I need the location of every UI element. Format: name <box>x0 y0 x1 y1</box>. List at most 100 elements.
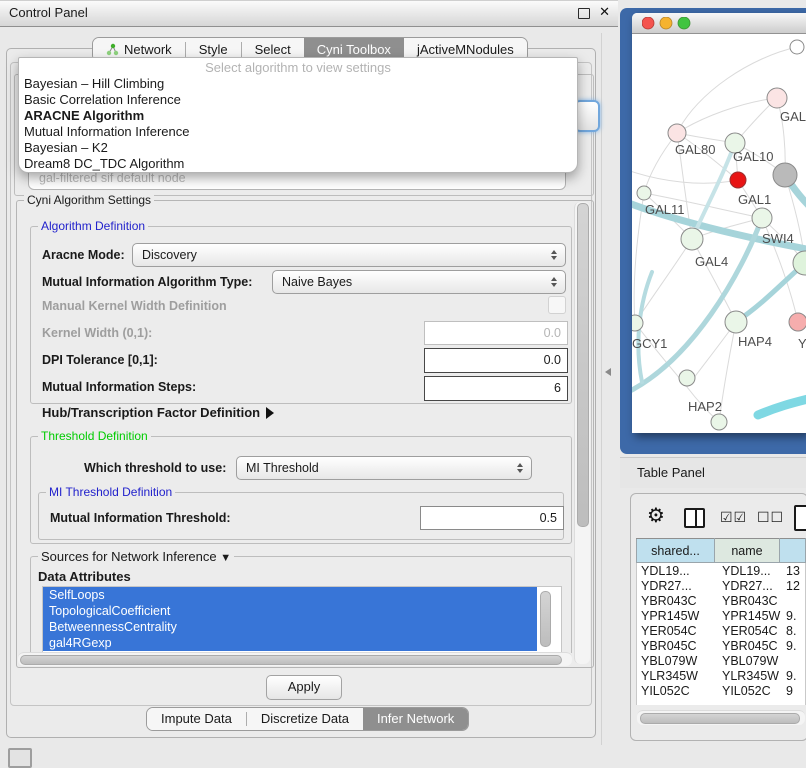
sources-toggle[interactable]: Sources for Network Inference ▼ <box>38 550 234 565</box>
zoom-window-icon[interactable] <box>678 17 690 29</box>
minimize-window-icon[interactable] <box>660 17 672 29</box>
node-unlabeled[interactable] <box>711 414 727 430</box>
node-label: GAL80 <box>675 142 715 157</box>
table-panel-titlebar[interactable]: Table Panel <box>620 457 806 488</box>
table-row[interactable]: YDR27...YDR27...12 <box>637 578 806 593</box>
control-panel-titlebar[interactable]: Control Panel ✕ <box>0 0 618 27</box>
tab-discretize-data[interactable]: Discretize Data <box>247 708 363 730</box>
table-row[interactable]: YBR043CYBR043C <box>637 593 806 608</box>
deselect-all-checkboxes-icon[interactable]: ☐☐ <box>757 509 784 526</box>
tab-infer-network[interactable]: Infer Network <box>363 708 468 730</box>
table-row[interactable]: YBR045CYBR045C9. <box>637 638 806 653</box>
node-label: GAL1 <box>738 192 771 207</box>
node-label: GAL10 <box>733 149 773 164</box>
settings-hscrollbar-track[interactable] <box>18 652 572 666</box>
mi-type-combo[interactable]: Naive Bayes <box>272 270 566 294</box>
dropdown-item-selected[interactable]: ARACNE Algorithm <box>19 108 577 124</box>
threshold-definition-title: Threshold Definition <box>38 430 151 443</box>
mi-threshold-group-title: MI Threshold Definition <box>46 486 175 499</box>
network-canvas[interactable]: GAL GAL80 GAL10 GAL11 GAL1 SWI4 GAL4 GCY… <box>632 33 806 433</box>
table-row[interactable]: YER054CYER054C8. <box>637 623 806 638</box>
list-scrollbar-track[interactable] <box>539 589 551 649</box>
node-y-partial[interactable] <box>789 313 806 331</box>
dpi-tolerance-label: DPI Tolerance [0,1]: <box>42 353 158 367</box>
hub-definition-label: Hub/Transcription Factor Definition <box>42 405 260 420</box>
node-gray[interactable] <box>773 163 797 187</box>
spinner-icon <box>517 463 524 473</box>
mi-threshold-label: Mutual Information Threshold: <box>50 511 231 525</box>
panel-title: Control Panel <box>9 5 88 20</box>
manual-kernel-checkbox[interactable] <box>548 296 566 314</box>
column-header-clipped[interactable] <box>780 539 806 563</box>
node-gcy1[interactable] <box>632 315 643 331</box>
list-item-selected[interactable]: gal4RGexp <box>43 635 537 651</box>
kernel-width-field[interactable]: 0.0 <box>424 321 568 345</box>
aracne-mode-combo[interactable]: Discovery <box>132 243 566 267</box>
close-icon[interactable]: ✕ <box>599 4 610 20</box>
settings-vscrollbar-track[interactable] <box>574 202 590 664</box>
dpi-tolerance-field[interactable]: 0.0 <box>424 348 568 373</box>
table-row[interactable]: YLR345WYLR345W9. <box>637 668 806 683</box>
node-label: HAP2 <box>688 399 722 414</box>
network-icon <box>106 43 119 56</box>
mi-steps-label: Mutual Information Steps: <box>42 380 196 394</box>
settings-vscrollbar-thumb[interactable] <box>577 203 589 527</box>
node-hap2[interactable] <box>679 370 695 386</box>
column-header-shared-name[interactable]: shared... <box>637 539 715 563</box>
node-label: GAL <box>780 109 806 124</box>
document-icon[interactable] <box>794 505 806 531</box>
node-gal4[interactable] <box>681 228 703 250</box>
dropdown-item[interactable]: Dream8 DC_TDC Algorithm <box>19 156 577 172</box>
node-label: SWI4 <box>762 231 794 246</box>
algorithm-definition-title: Algorithm Definition <box>38 220 148 233</box>
column-header-name[interactable]: name <box>715 539 780 563</box>
table-row[interactable]: YIL052CYIL052C9 <box>637 683 806 698</box>
table-rows-viewport[interactable]: YDL19...YDL19...13 YDR27...YDR27...12 YB… <box>636 563 806 705</box>
mi-threshold-field[interactable]: 0.5 <box>420 506 564 530</box>
gear-icon[interactable]: ⚙ <box>647 503 665 528</box>
apply-button[interactable]: Apply <box>266 675 342 700</box>
dropdown-item[interactable]: Mutual Information Inference <box>19 124 577 140</box>
table-hscrollbar-track[interactable] <box>637 710 805 725</box>
node-hap4[interactable] <box>725 311 747 333</box>
float-window-icon[interactable] <box>578 8 590 19</box>
kernel-width-label: Kernel Width (0,1): <box>42 326 152 340</box>
aracne-mode-label: Aracne Mode: <box>42 248 125 262</box>
node-gal1[interactable] <box>752 208 772 228</box>
node-red-selected[interactable] <box>730 172 746 188</box>
mi-type-label: Mutual Information Algorithm Type: <box>42 275 252 289</box>
data-attributes-list[interactable]: SelfLoops TopologicalCoefficient Between… <box>42 586 562 654</box>
dropdown-item[interactable]: Basic Correlation Inference <box>19 92 577 108</box>
table-row[interactable]: YDL19...YDL19...13 <box>637 563 806 578</box>
node-gal80[interactable] <box>668 124 686 142</box>
node-unlabeled[interactable] <box>790 40 804 54</box>
list-item-selected[interactable]: SelfLoops <box>43 587 537 603</box>
node-gal11[interactable] <box>637 186 651 200</box>
splitter-handle-icon[interactable] <box>605 368 611 376</box>
node-gal-partial[interactable] <box>767 88 787 108</box>
dropdown-item[interactable]: Bayesian – K2 <box>19 140 577 156</box>
list-item-selected[interactable]: TopologicalCoefficient <box>43 603 537 619</box>
hub-definition-toggle[interactable]: Hub/Transcription Factor Definition <box>42 405 274 420</box>
select-all-checkboxes-icon[interactable]: ☑☑ <box>720 509 747 526</box>
columns-icon[interactable] <box>684 508 705 528</box>
table-hscrollbar-thumb[interactable] <box>640 713 800 724</box>
node-table[interactable]: shared... name YDL19...YDL19...13 YDR27.… <box>636 538 806 705</box>
settings-hscrollbar-thumb[interactable] <box>20 655 562 665</box>
minimized-panel-icon[interactable] <box>8 748 32 768</box>
table-row[interactable]: YPR145WYPR145W9. <box>637 608 806 623</box>
mi-steps-field[interactable]: 6 <box>424 376 568 401</box>
combo-value: Naive Bayes <box>282 275 352 289</box>
tab-impute-data[interactable]: Impute Data <box>147 708 246 730</box>
table-row[interactable]: YBL079WYBL079W <box>637 653 806 668</box>
combo-value: Discovery <box>142 248 197 262</box>
table-panel-title: Table Panel <box>637 465 705 480</box>
close-window-icon[interactable] <box>642 17 654 29</box>
network-window-titlebar[interactable] <box>632 13 806 34</box>
list-item-selected[interactable]: BetweennessCentrality <box>43 619 537 635</box>
settings-group-title: Cyni Algorithm Settings <box>24 194 154 207</box>
which-threshold-combo[interactable]: MI Threshold <box>236 456 532 480</box>
dropdown-item[interactable]: Bayesian – Hill Climbing <box>19 76 577 92</box>
list-scrollbar-thumb[interactable] <box>540 591 551 647</box>
spinner-icon <box>551 250 558 260</box>
